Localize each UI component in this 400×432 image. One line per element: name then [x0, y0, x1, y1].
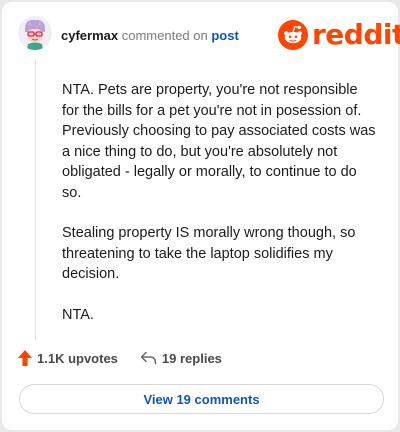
comment-card: cyfermax commented on post reddit NTA. P…: [2, 2, 400, 430]
replies-button[interactable]: 19 replies: [140, 351, 222, 366]
comment-paragraph: NTA.: [62, 306, 94, 323]
comment-paragraph: NTA. Pets are property, you're not respo…: [62, 82, 376, 201]
view-comments-button[interactable]: View 19 comments: [19, 384, 384, 414]
upvote-arrow-icon: [18, 350, 32, 366]
reply-arrow-icon: [140, 351, 157, 365]
avatar[interactable]: [18, 16, 52, 50]
comment-actions: 1.1K upvotes 19 replies: [18, 350, 222, 366]
username[interactable]: cyfermax: [61, 28, 118, 43]
post-link[interactable]: post: [211, 28, 238, 43]
comment-header: cyfermax commented on post: [61, 28, 239, 43]
comment-body: NTA. Pets are property, you're not respo…: [62, 80, 378, 345]
replies-count: 19 replies: [161, 350, 222, 366]
comment-paragraph: Stealing property IS morally wrong thoug…: [62, 225, 356, 282]
reddit-wordmark: reddit: [312, 18, 400, 51]
upvote-button[interactable]: 1.1K upvotes: [18, 350, 118, 366]
reddit-snoo-icon: [278, 20, 308, 50]
reddit-logo[interactable]: reddit: [278, 20, 400, 50]
action-text: commented on: [121, 28, 208, 43]
thread-line: [35, 60, 36, 340]
upvote-count: 1.1K upvotes: [37, 350, 118, 366]
